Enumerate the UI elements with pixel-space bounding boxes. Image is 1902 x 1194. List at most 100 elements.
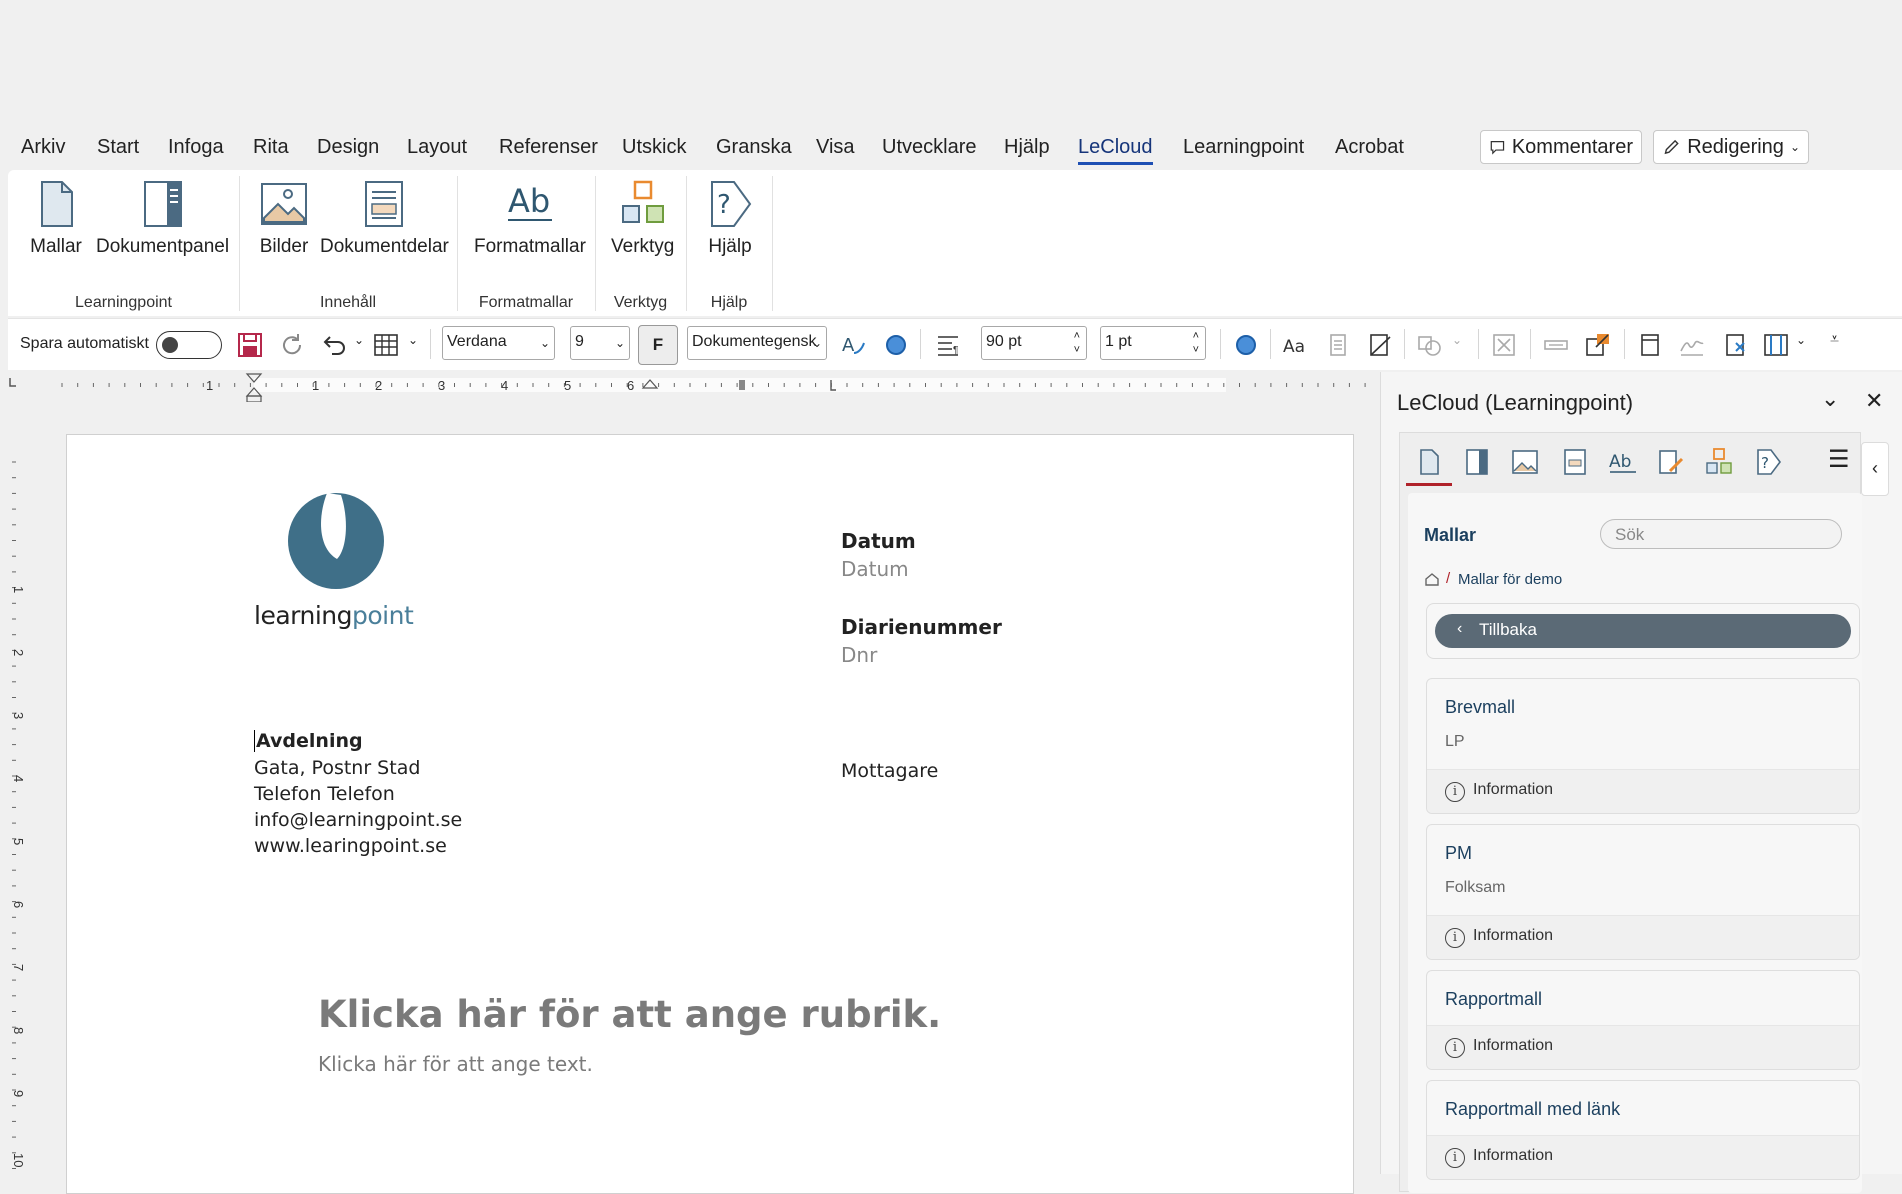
styles-tab-icon[interactable]: Ab <box>1608 447 1638 477</box>
body-placeholder[interactable]: Klicka här för att ange text. <box>318 1052 593 1076</box>
tab-lecloud[interactable]: LeCloud <box>1078 136 1153 165</box>
card-info-row[interactable]: i Information <box>1427 915 1859 959</box>
tools-tab-icon[interactable] <box>1704 447 1734 477</box>
tab-rita[interactable]: Rita <box>253 136 289 159</box>
hjalp-label: Hjälp <box>708 236 752 257</box>
home-icon[interactable] <box>1424 571 1440 587</box>
change-case-icon[interactable]: Aa <box>1282 331 1310 359</box>
panel-tab-icon[interactable] <box>1462 447 1492 477</box>
template-card[interactable]: Brevmall LP i Information <box>1426 678 1860 814</box>
comment-icon <box>1490 141 1505 155</box>
parts-tab-icon[interactable] <box>1560 447 1590 477</box>
breadcrumb-item[interactable]: Mallar för demo <box>1458 571 1562 588</box>
document-page[interactable]: learningpoint Datum Datum Diarienummer D… <box>66 434 1354 1194</box>
editing-button[interactable]: Redigering ⌄ <box>1653 130 1809 164</box>
autosave-toggle[interactable] <box>156 331 222 359</box>
shapes-icon[interactable] <box>1416 331 1444 359</box>
document-x-icon[interactable] <box>1722 331 1750 359</box>
overflow-chevron-icon[interactable]: ⩡ <box>1830 331 1839 349</box>
tab-utvecklare[interactable]: Utvecklare <box>882 136 976 159</box>
verktyg-button[interactable]: Verktyg <box>611 178 674 258</box>
help-tab-icon[interactable]: ? <box>1754 447 1784 477</box>
formatmallar-button[interactable]: Ab Formatmallar <box>474 178 586 258</box>
tab-visa[interactable]: Visa <box>816 136 855 159</box>
avdelning-field[interactable]: Avdelning <box>254 730 363 752</box>
spinner-icon[interactable]: ˄ ˅ <box>1193 329 1199 357</box>
chevron-down-icon[interactable]: ⌄ <box>354 333 364 347</box>
mottagare-field[interactable]: Mottagare <box>841 760 938 782</box>
tab-start[interactable]: Start <box>97 136 139 159</box>
style-select[interactable]: Dokumentegensk ⌄ <box>687 326 827 360</box>
card-info-row[interactable]: i Information <box>1427 1025 1859 1069</box>
link-box-icon[interactable] <box>1584 331 1612 359</box>
size-select[interactable]: 9 ⌄ <box>570 326 630 360</box>
document-gray-icon[interactable] <box>1324 331 1352 359</box>
circle-icon[interactable] <box>1232 331 1260 359</box>
image-tab-icon[interactable] <box>1510 447 1540 477</box>
dokumentdelar-button[interactable]: Dokumentdelar <box>320 178 449 258</box>
font-color-icon[interactable]: A <box>840 331 868 359</box>
search-input[interactable]: Sök <box>1600 519 1842 549</box>
spacing-after-input[interactable]: 1 pt ˄ ˅ <box>1100 326 1206 360</box>
address-field[interactable]: Gata, Postnr Stad <box>254 757 420 779</box>
ruler-number: 2 <box>375 378 382 393</box>
card-info-row[interactable]: i Information <box>1427 769 1859 813</box>
card-info-label: Information <box>1473 1037 1554 1054</box>
spacing-before-input[interactable]: 90 pt ˄ ˅ <box>981 326 1087 360</box>
page-icon[interactable] <box>1636 331 1664 359</box>
hamburger-menu-icon[interactable]: ☰ <box>1828 445 1850 474</box>
tab-hjalp[interactable]: Hjälp <box>1004 136 1050 159</box>
tab-learningpoint[interactable]: Learningpoint <box>1183 136 1304 159</box>
phone-field[interactable]: Telefon Telefon <box>254 783 395 805</box>
template-card[interactable]: PM Folksam i Information <box>1426 824 1860 960</box>
dokumentpanel-button[interactable]: Dokumentpanel <box>96 178 229 258</box>
circle-icon[interactable] <box>882 331 910 359</box>
heading-placeholder[interactable]: Klicka här för att ange rubrik. <box>318 993 941 1036</box>
divider <box>595 176 596 311</box>
signature-icon[interactable] <box>1678 331 1706 359</box>
bold-button[interactable]: F <box>638 325 678 365</box>
card-info-row[interactable]: i Information <box>1427 1135 1859 1179</box>
undo-icon[interactable] <box>320 331 348 359</box>
close-icon[interactable]: ✕ <box>1865 388 1883 414</box>
save-icon[interactable] <box>236 331 264 359</box>
edit-doc-tab-icon[interactable] <box>1656 447 1686 477</box>
templates-tab-icon[interactable] <box>1414 447 1444 477</box>
columns-icon[interactable] <box>1762 331 1790 359</box>
field-icon[interactable] <box>1542 331 1570 359</box>
tab-layout[interactable]: Layout <box>407 136 467 159</box>
spinner-icon[interactable]: ˄ ˅ <box>1074 329 1080 357</box>
diarie-field[interactable]: Dnr <box>841 643 877 667</box>
font-select[interactable]: Verdana ⌄ <box>442 326 555 360</box>
chevron-down-icon[interactable]: ⌄ <box>1452 333 1462 347</box>
template-card[interactable]: Rapportmall med länk i Information <box>1426 1080 1860 1180</box>
hjalp-button[interactable]: ? Hjälp <box>704 178 756 258</box>
paragraph-spacing-icon[interactable]: ¶ <box>934 331 962 359</box>
tab-referenser[interactable]: Referenser <box>499 136 598 159</box>
verktyg-label: Verktyg <box>611 236 675 257</box>
table-icon[interactable] <box>372 331 400 359</box>
tab-design[interactable]: Design <box>317 136 379 159</box>
comments-button[interactable]: Kommentarer <box>1480 130 1642 164</box>
chevron-down-icon[interactable]: ⌄ <box>408 333 418 347</box>
tab-infoga[interactable]: Infoga <box>168 136 224 159</box>
back-button[interactable]: ‹ Tillbaka <box>1435 614 1851 648</box>
template-card[interactable]: Rapportmall i Information <box>1426 970 1860 1070</box>
mallar-button[interactable]: Mallar <box>30 178 82 258</box>
delete-box-icon[interactable] <box>1490 331 1518 359</box>
divider <box>920 329 921 359</box>
collapse-pane-button[interactable]: ‹ <box>1861 442 1889 496</box>
tab-acrobat[interactable]: Acrobat <box>1335 136 1404 159</box>
chevron-down-icon[interactable]: ⌄ <box>1821 386 1839 412</box>
email-field[interactable]: info@learningpoint.se <box>254 809 462 831</box>
chevron-down-icon[interactable]: ⌄ <box>1796 333 1806 347</box>
ruler-document-icon[interactable] <box>1366 331 1394 359</box>
horizontal-ruler: 1 1 2 3 4 5 6 <box>0 372 1380 402</box>
tab-utskick[interactable]: Utskick <box>622 136 686 159</box>
redo-icon[interactable] <box>278 331 306 359</box>
tab-granska[interactable]: Granska <box>716 136 792 159</box>
web-field[interactable]: www.learingpoint.se <box>254 835 447 857</box>
tab-arkiv[interactable]: Arkiv <box>21 136 65 159</box>
datum-field[interactable]: Datum <box>841 557 909 581</box>
bilder-button[interactable]: Bilder <box>258 178 310 258</box>
